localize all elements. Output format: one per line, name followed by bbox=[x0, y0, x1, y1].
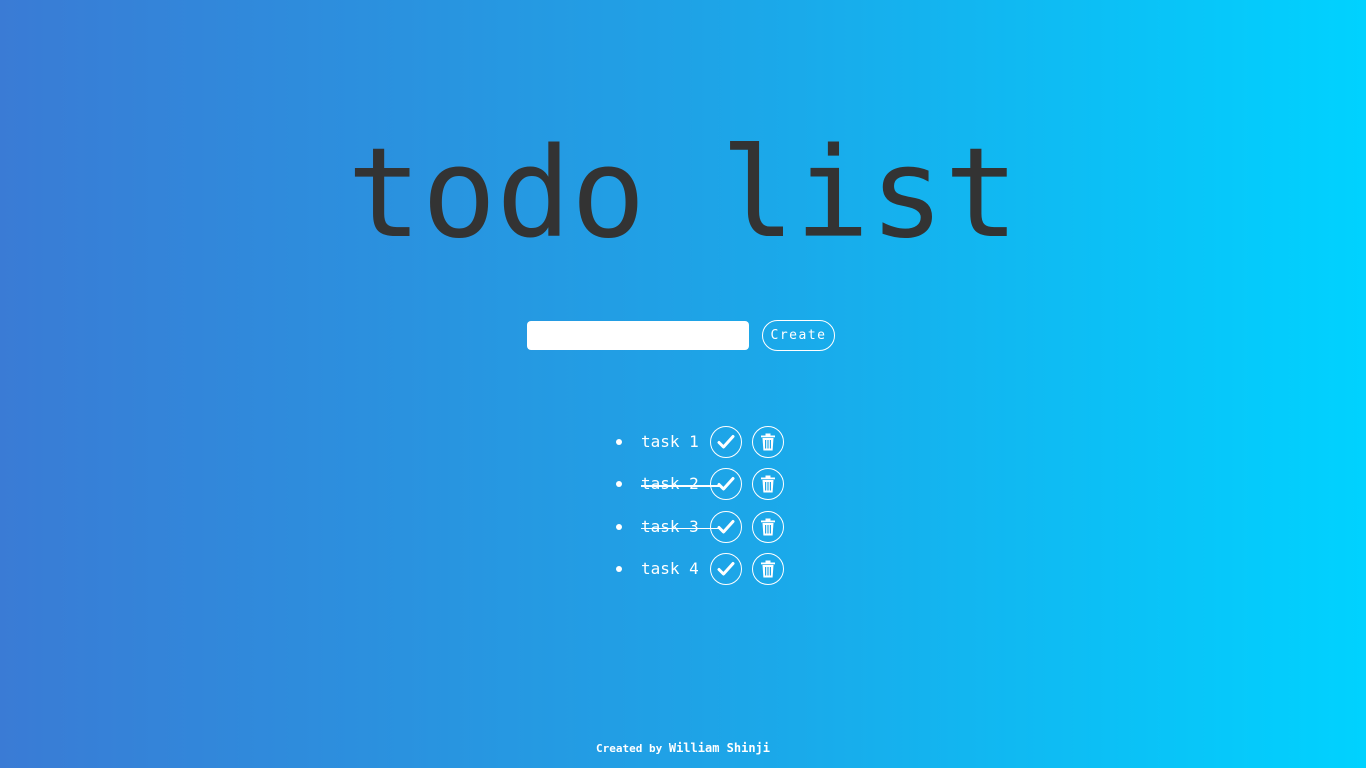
task-item: task 4 bbox=[610, 552, 784, 585]
footer-author: William Shinji bbox=[668, 741, 770, 755]
page-title: todo list bbox=[347, 122, 1019, 266]
bullet-icon bbox=[616, 523, 622, 530]
delete-button[interactable] bbox=[752, 426, 784, 458]
trash-icon bbox=[760, 518, 776, 536]
check-icon bbox=[717, 561, 735, 577]
complete-button[interactable] bbox=[710, 426, 742, 458]
delete-button[interactable] bbox=[752, 468, 784, 501]
delete-button[interactable] bbox=[752, 510, 784, 543]
trash-icon bbox=[760, 560, 776, 578]
check-icon bbox=[717, 519, 735, 535]
bullet-icon bbox=[616, 565, 622, 572]
create-task-form: Create bbox=[527, 320, 835, 351]
footer: Created by William Shinji bbox=[0, 740, 1366, 757]
complete-button[interactable] bbox=[710, 510, 742, 543]
check-icon bbox=[717, 476, 735, 492]
delete-button[interactable] bbox=[752, 552, 784, 585]
create-button[interactable]: Create bbox=[762, 320, 835, 351]
complete-button[interactable] bbox=[710, 468, 742, 501]
task-input[interactable] bbox=[527, 321, 749, 350]
task-text: task 1 bbox=[641, 432, 699, 451]
check-icon bbox=[717, 434, 735, 450]
footer-prefix: Created by bbox=[595, 742, 663, 755]
task-list: task 1 task 2 task 3 task 4 bbox=[610, 426, 784, 595]
task-text: task 2 bbox=[641, 476, 720, 492]
bullet-icon bbox=[616, 481, 622, 488]
task-text: task 3 bbox=[641, 518, 720, 535]
task-item: task 1 bbox=[610, 426, 784, 458]
trash-icon bbox=[760, 475, 776, 493]
task-text: task 4 bbox=[641, 558, 699, 578]
trash-icon bbox=[760, 433, 776, 451]
task-item: task 2 bbox=[610, 468, 784, 501]
bullet-icon bbox=[616, 439, 622, 445]
complete-button[interactable] bbox=[710, 552, 742, 585]
task-item: task 3 bbox=[610, 510, 784, 543]
